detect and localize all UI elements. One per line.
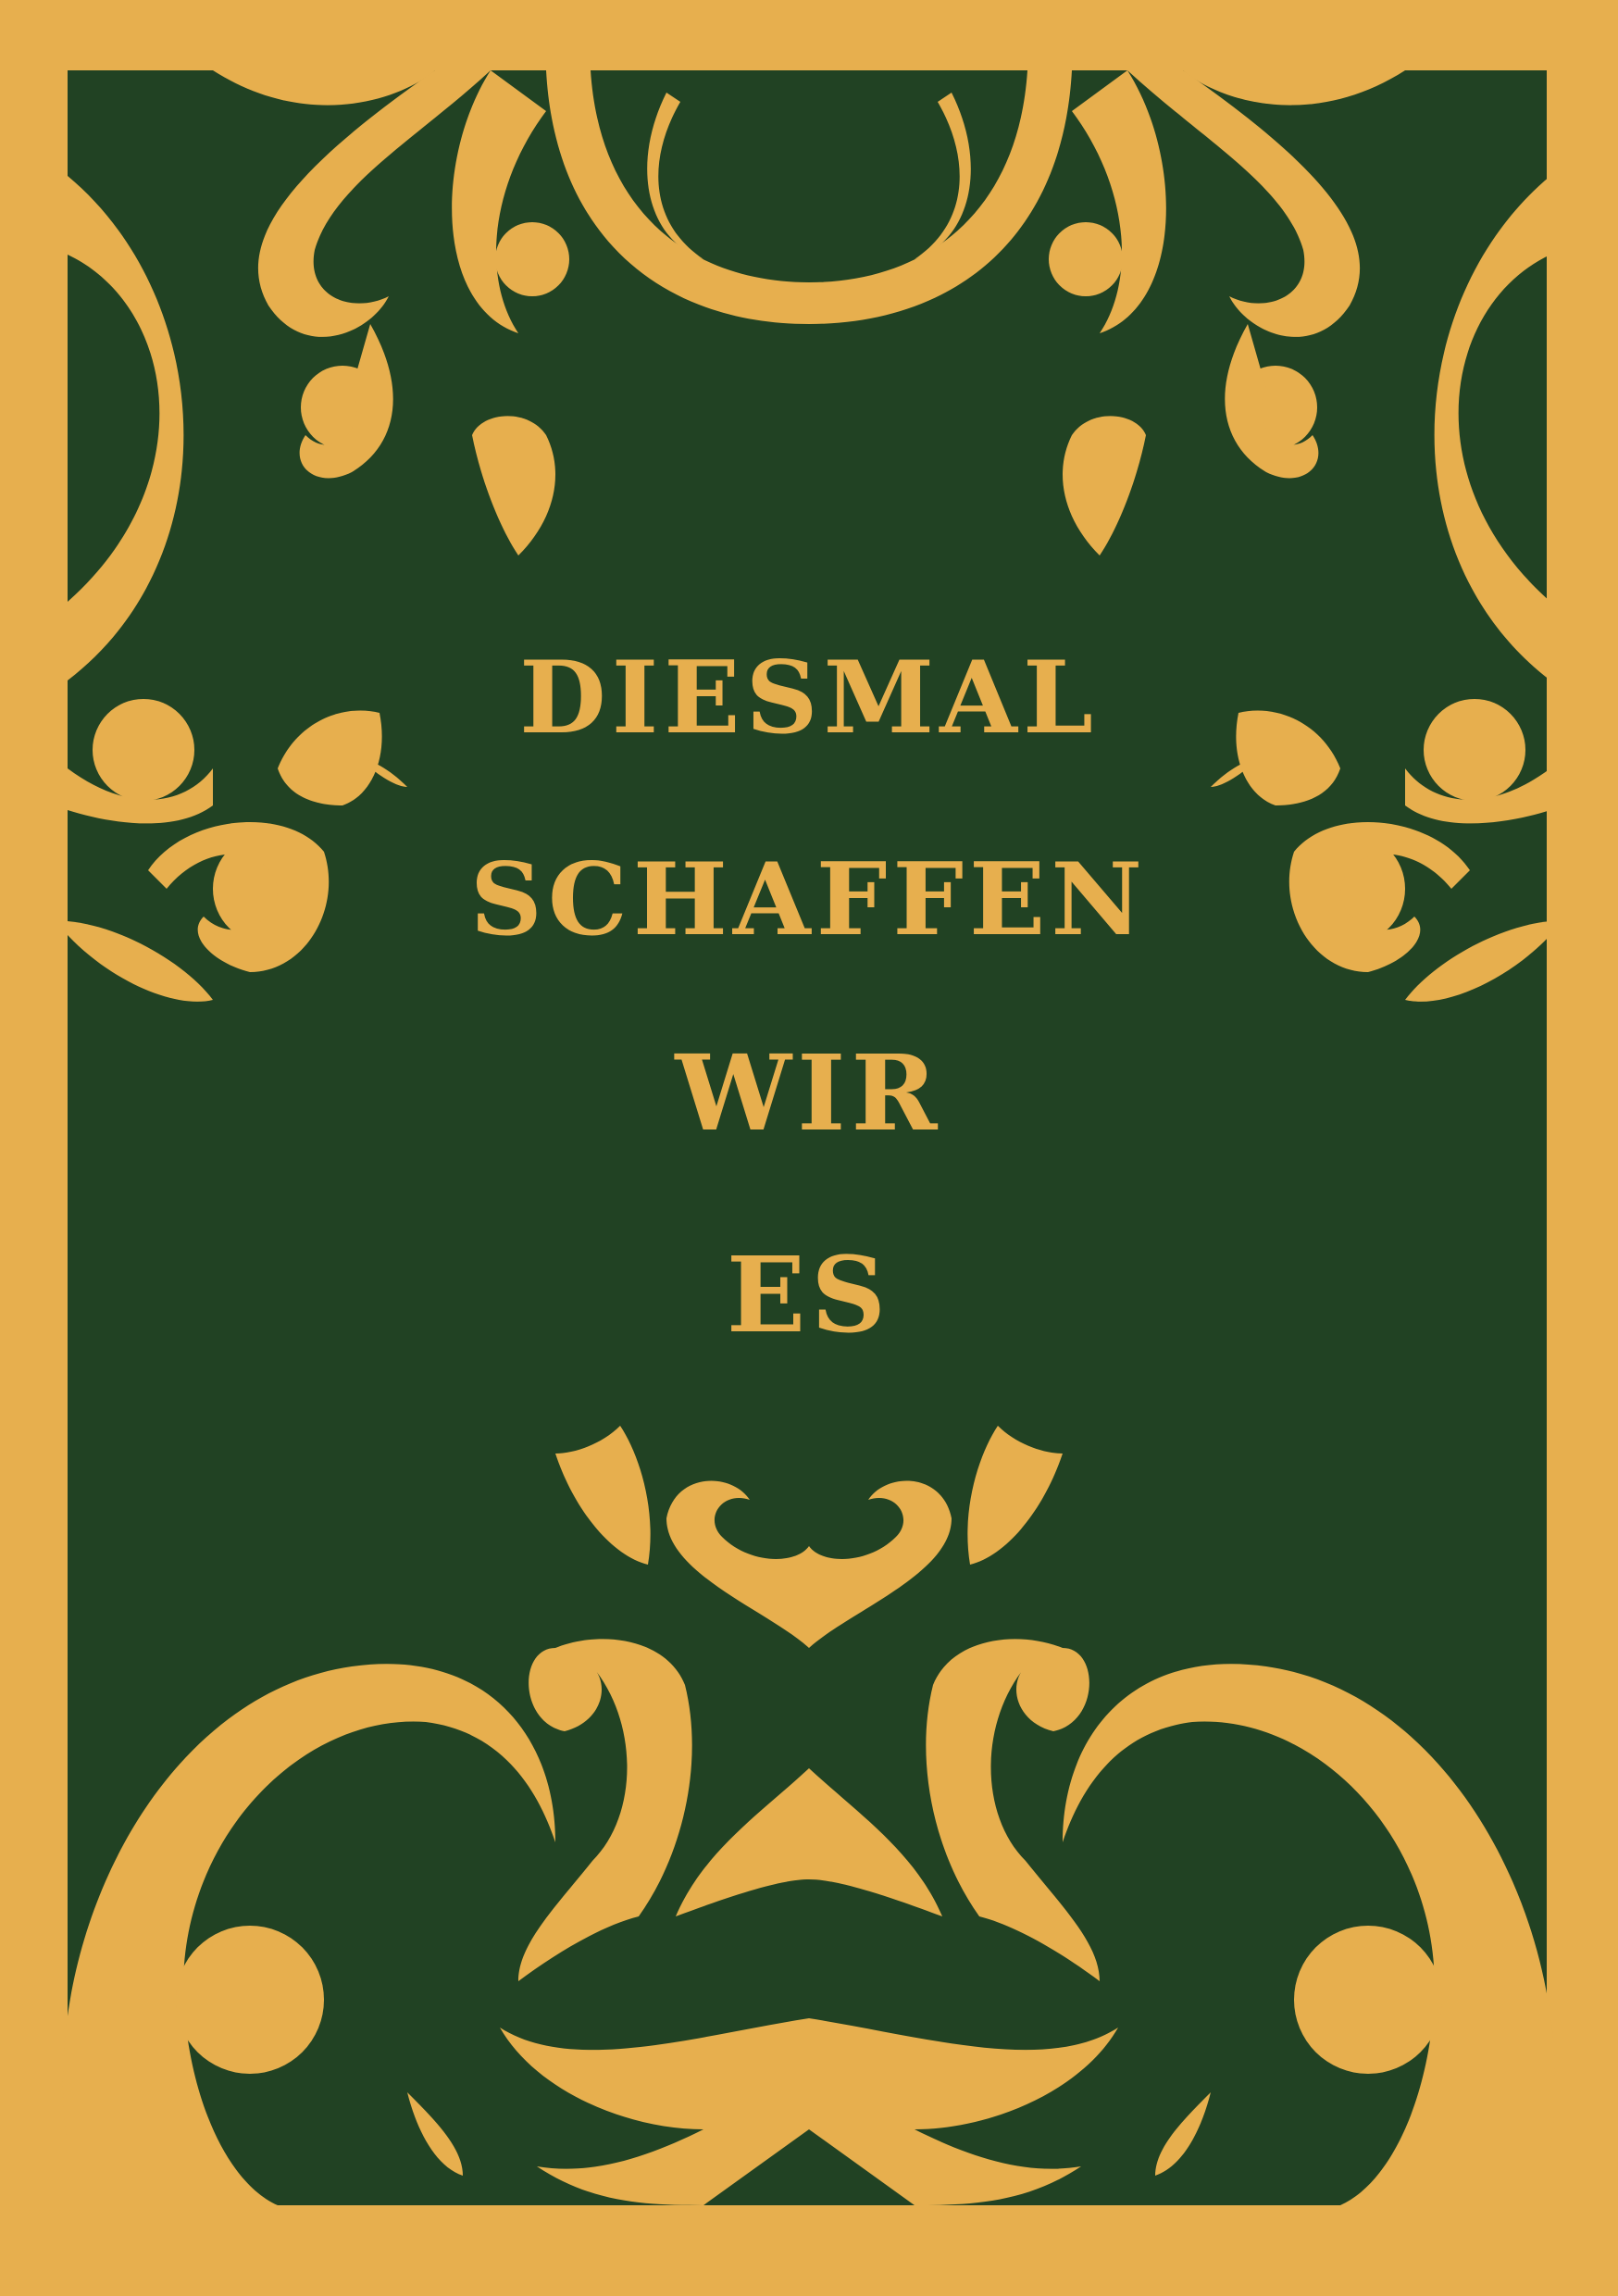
title-line-4: ES [726, 1235, 892, 1356]
title-line-2: SCHAFFEN [469, 842, 1149, 958]
title-line-1: DIESMAL [519, 640, 1099, 756]
poster: DIESMAL SCHAFFEN WIR ES [0, 0, 1618, 2296]
title-line-3: WIR [675, 1033, 943, 1154]
